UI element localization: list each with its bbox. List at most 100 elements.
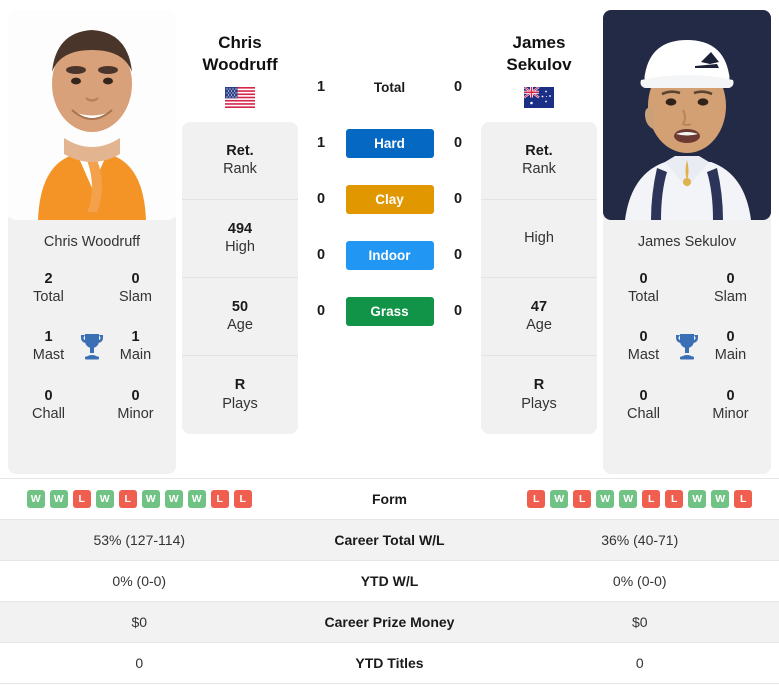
right-titles-slam-label: Slam (713, 289, 748, 306)
left-player-vitals-column: Chris Woodruff Ret. Rank 494 High 50 Age… (182, 10, 298, 434)
left-age-label: Age (227, 317, 253, 334)
right-titles-mast-value: 0 (639, 329, 648, 346)
form-badge-loss: L (72, 490, 91, 508)
left-player-photo[interactable] (8, 10, 176, 220)
right-titles-mast-label: Mast (627, 347, 660, 364)
right-titles-minor-value: 0 (726, 387, 735, 404)
h2h-hard-right: 0 (453, 135, 463, 151)
h2h-row-total: 1 Total 0 (304, 70, 475, 104)
right-vital-age: 47 Age (481, 278, 597, 356)
right-vitals-card: Ret. Rank High 47 Age R Plays (481, 121, 597, 434)
player-comparison-page: Chris Woodruff 2 Total 0 Slam 1 Mast 1 M… (0, 0, 779, 699)
stats-comparison-table: WWLWLWWWLL Form LWLWWLLWWL 53% (127-114)… (0, 478, 779, 684)
right-form-strip: LWLWWLLWWL (501, 490, 779, 508)
surface-badge-grass[interactable]: Grass (345, 296, 434, 326)
form-badge-loss: L (642, 490, 661, 508)
trophy-glyph-icon (81, 334, 103, 360)
left-titles-slam-label: Slam (118, 289, 153, 306)
right-titles-main-value: 0 (726, 329, 735, 346)
right-last-name: Sekulov (506, 55, 572, 75)
left-titles-main-value: 1 (131, 329, 140, 346)
left-titles-mast-value: 1 (44, 329, 53, 346)
left-titles-slam-value: 0 (131, 271, 140, 287)
left-first-name: Chris (218, 33, 262, 52)
form-badge-win: W (711, 490, 730, 508)
left-player-portrait-icon (8, 10, 176, 220)
left-titles-chall-value: 0 (44, 387, 53, 404)
right-player-vitals-column: James Sekulov Ret. Rank High 47 Age R Pl… (481, 10, 597, 434)
flag-australia-icon (524, 86, 554, 108)
left-player-titles-card: Chris Woodruff 2 Total 0 Slam 1 Mast 1 M… (8, 212, 176, 474)
right-age-label: Age (526, 317, 552, 334)
right-titles-total-label: Total (628, 289, 659, 306)
left-player-headline-name: Chris Woodruff (182, 10, 298, 77)
h2h-total-left: 1 (316, 79, 326, 95)
right-titles-mast: 0 Mast (628, 328, 659, 364)
right-titles-main-label: Main (714, 347, 747, 364)
right-vital-high: High (481, 200, 597, 278)
left-titles-chall: 0 Chall (32, 387, 65, 423)
right-titles-minor: 0 Minor (712, 387, 748, 423)
left-age-value: 50 (231, 298, 249, 315)
right-player-name: James Sekulov (637, 234, 737, 250)
head-to-head-column: 1 Total 0 1 Hard 0 0 Clay 0 0 Indoor 0 0 (304, 10, 475, 328)
left-titles-main-label: Main (119, 347, 152, 364)
right-player-column: James Sekulov 0 Total 0 Slam 0 Mast 0 Ma… (603, 10, 771, 474)
form-badge-win: W (596, 490, 615, 508)
left-titles-mast-label: Mast (32, 347, 65, 364)
right-player-headline-name: James Sekulov (481, 10, 597, 77)
right-high-label: High (524, 229, 554, 246)
right-titles-total-value: 0 (639, 271, 648, 287)
right-titles-chall-value: 0 (639, 387, 648, 404)
h2h-row-clay: 0 Clay 0 (304, 182, 475, 216)
table-row-ytd-wl: 0% (0-0) YTD W/L 0% (0-0) (0, 561, 779, 602)
form-badge-win: W (164, 490, 183, 508)
h2h-total-label: Total (373, 79, 406, 95)
right-ytd-wl: 0% (0-0) (612, 573, 667, 589)
left-titles-chall-label: Chall (31, 405, 66, 422)
surface-badge-clay[interactable]: Clay (345, 184, 434, 214)
left-vital-high: 494 High (182, 200, 298, 278)
right-plays-value: R (533, 377, 545, 394)
left-vital-plays: R Plays (182, 356, 298, 434)
left-plays-label: Plays (222, 395, 258, 412)
right-titles-chall: 0 Chall (627, 387, 660, 423)
h2h-row-hard: 1 Hard 0 (304, 126, 475, 160)
left-form-strip: WWLWLWWWLL (0, 490, 279, 508)
left-titles-minor: 0 Minor (117, 387, 153, 423)
flag-united-states-icon (225, 86, 255, 108)
surface-badge-indoor[interactable]: Indoor (345, 240, 434, 270)
right-titles-slam-value: 0 (726, 271, 735, 287)
left-career-total-wl: 53% (127-114) (93, 532, 186, 548)
left-titles-grid: 2 Total 0 Slam 1 Mast 1 Main 0 Chall 0 M… (16, 270, 168, 423)
left-rank-value: Ret. (226, 142, 254, 159)
h2h-grass-left: 0 (316, 303, 326, 319)
left-titles-total-value: 2 (44, 271, 53, 287)
trophy-glyph-icon (676, 334, 698, 360)
right-titles-slam: 0 Slam (714, 270, 747, 306)
left-titles-minor-label: Minor (117, 405, 154, 422)
surface-badge-hard[interactable]: Hard (345, 128, 434, 158)
left-ytd-titles: 0 (135, 655, 144, 671)
h2h-hard-left: 1 (316, 135, 326, 151)
right-titles-main: 0 Main (715, 328, 746, 364)
h2h-indoor-right: 0 (453, 247, 463, 263)
trophy-icon (77, 332, 107, 360)
h2h-row-grass: 0 Grass 0 (304, 294, 475, 328)
form-badge-win: W (95, 490, 114, 508)
right-vital-plays: R Plays (481, 356, 597, 434)
table-row-career-total-wl: 53% (127-114) Career Total W/L 36% (40-7… (0, 520, 779, 561)
right-plays-label: Plays (521, 395, 557, 412)
left-titles-total: 2 Total (33, 270, 64, 306)
left-titles-mast: 1 Mast (33, 328, 64, 364)
form-badge-loss: L (233, 490, 252, 508)
right-rank-label: Rank (522, 161, 556, 178)
h2h-row-indoor: 0 Indoor 0 (304, 238, 475, 272)
row-label-ytd-wl: YTD W/L (360, 573, 419, 589)
right-player-flag (481, 86, 597, 108)
form-badge-loss: L (210, 490, 229, 508)
left-ytd-wl: 0% (0-0) (112, 573, 167, 589)
left-player-column: Chris Woodruff 2 Total 0 Slam 1 Mast 1 M… (8, 10, 176, 474)
right-player-photo[interactable] (603, 10, 771, 220)
right-player-portrait-icon (603, 10, 771, 220)
